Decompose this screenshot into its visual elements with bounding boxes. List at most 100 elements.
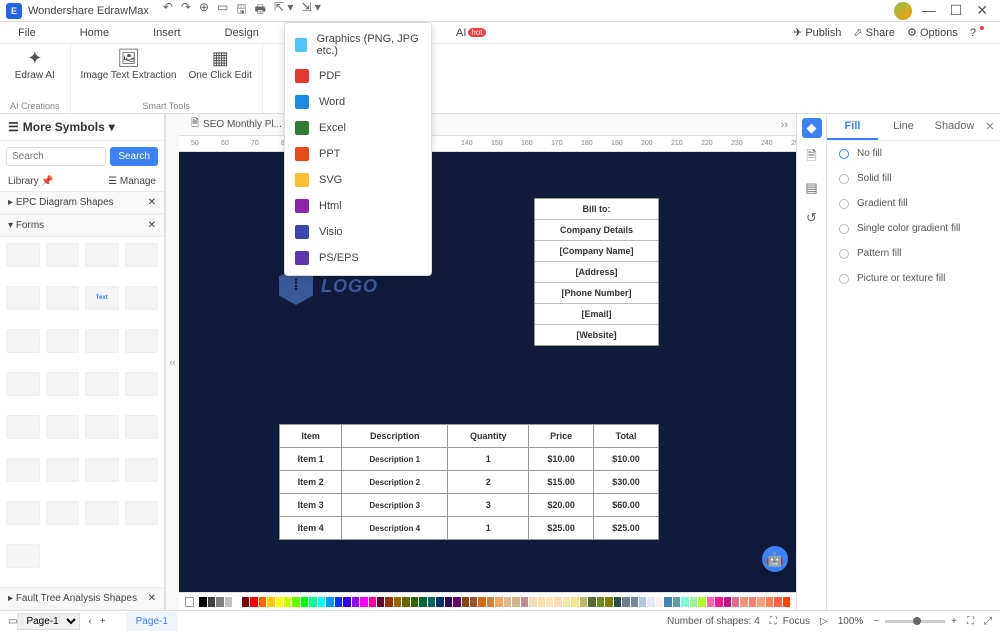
shape-thumb[interactable] — [6, 372, 40, 396]
shape-thumb[interactable] — [46, 501, 80, 525]
symbol-search-button[interactable]: Search — [110, 147, 158, 166]
color-swatch[interactable] — [470, 597, 477, 607]
slide-tab-icon[interactable]: ▤ — [802, 178, 822, 198]
zoom-slider[interactable] — [885, 620, 945, 623]
expand-right-icon[interactable]: ›› — [773, 116, 796, 134]
page-selector[interactable]: Page-1 — [17, 613, 80, 630]
color-swatch[interactable] — [724, 597, 731, 607]
export-excel[interactable]: Excel — [285, 115, 431, 141]
help-bubble-icon[interactable]: 🤖 — [762, 546, 788, 572]
color-swatch[interactable] — [385, 597, 392, 607]
fill-nofill[interactable]: No fill — [827, 141, 1000, 166]
options-button[interactable]: ⚙ Options — [907, 26, 958, 39]
close-panel-icon[interactable]: ✕ — [980, 114, 1000, 140]
export-pseps[interactable]: PS/EPS — [285, 245, 431, 271]
color-swatch[interactable] — [571, 597, 578, 607]
menu-ai[interactable]: AI hot — [456, 27, 486, 39]
color-swatch[interactable] — [326, 597, 333, 607]
color-swatch[interactable] — [284, 597, 291, 607]
redo-icon[interactable]: ↷ — [181, 0, 191, 21]
color-swatch[interactable] — [292, 597, 299, 607]
color-swatch[interactable] — [546, 597, 553, 607]
shape-thumb[interactable] — [6, 415, 40, 439]
minimize-icon[interactable]: — — [922, 2, 936, 19]
color-swatch[interactable] — [343, 597, 350, 607]
color-swatch[interactable] — [411, 597, 418, 607]
shape-thumb[interactable] — [46, 458, 80, 482]
shape-thumb[interactable] — [85, 415, 119, 439]
color-swatch[interactable] — [360, 597, 367, 607]
color-swatch[interactable] — [512, 597, 519, 607]
color-swatch[interactable] — [453, 597, 460, 607]
play-button[interactable]: ▷ — [820, 616, 828, 627]
color-swatch[interactable] — [707, 597, 714, 607]
color-swatch[interactable] — [563, 597, 570, 607]
color-swatch[interactable] — [614, 597, 621, 607]
shape-thumb[interactable] — [125, 372, 159, 396]
fill-tab[interactable]: Fill — [827, 114, 878, 140]
color-swatch[interactable] — [377, 597, 384, 607]
shape-thumb[interactable] — [85, 243, 119, 267]
color-swatch[interactable] — [757, 597, 764, 607]
page-nav-icon[interactable]: ▭ — [8, 616, 17, 627]
shape-thumb[interactable] — [125, 415, 159, 439]
shape-thumb[interactable] — [6, 243, 40, 267]
shadow-tab[interactable]: Shadow — [929, 114, 980, 140]
fill-solid[interactable]: Solid fill — [827, 166, 1000, 191]
maximize-icon[interactable]: ☐ — [950, 2, 963, 19]
color-swatch[interactable] — [369, 597, 376, 607]
color-swatch[interactable] — [690, 597, 697, 607]
style-tab-icon[interactable]: ◆ — [802, 118, 822, 138]
page-prev-icon[interactable]: ‹ — [88, 616, 91, 627]
shape-thumb[interactable] — [46, 329, 80, 353]
bill-to-table[interactable]: Bill to: Company Details [Company Name] … — [534, 198, 659, 346]
help-icon[interactable]: ? — [970, 27, 976, 39]
page-tab-icon[interactable]: 🗎 — [802, 148, 822, 168]
color-swatch[interactable] — [698, 597, 705, 607]
menu-design[interactable]: Design — [225, 27, 259, 39]
color-swatch[interactable] — [554, 597, 561, 607]
zoom-out-icon[interactable]: − — [873, 616, 879, 627]
color-swatch[interactable] — [766, 597, 773, 607]
publish-button[interactable]: ✈ Publish — [793, 26, 841, 39]
color-swatch[interactable] — [521, 597, 528, 607]
shape-thumb[interactable] — [85, 372, 119, 396]
color-swatch[interactable] — [208, 597, 215, 607]
export-pdf[interactable]: PDF — [285, 63, 431, 89]
shape-thumb[interactable] — [125, 329, 159, 353]
fill-gradient[interactable]: Gradient fill — [827, 191, 1000, 216]
section-epc[interactable]: ▸ EPC Diagram Shapes✕ — [0, 191, 164, 214]
color-swatch[interactable] — [495, 597, 502, 607]
edraw-ai-button[interactable]: ✦Edraw AI — [15, 48, 55, 81]
color-swatch[interactable] — [580, 597, 587, 607]
menu-file[interactable]: File — [18, 27, 36, 39]
items-table[interactable]: ItemDescriptionQuantityPriceTotal Item 1… — [279, 424, 659, 540]
export-svg[interactable]: SVG — [285, 167, 431, 193]
color-swatch[interactable] — [783, 597, 790, 607]
color-swatch[interactable] — [267, 597, 274, 607]
color-swatch[interactable] — [478, 597, 485, 607]
section-forms[interactable]: ▾ Forms✕ — [0, 214, 164, 237]
color-swatch[interactable] — [774, 597, 781, 607]
color-swatch[interactable] — [740, 597, 747, 607]
shape-thumb[interactable] — [46, 372, 80, 396]
shape-thumb[interactable] — [85, 458, 119, 482]
color-swatch[interactable] — [309, 597, 316, 607]
zoom-in-icon[interactable]: + — [951, 616, 957, 627]
new-icon[interactable]: ⊕ — [199, 0, 209, 21]
user-avatar[interactable] — [894, 2, 912, 20]
shape-thumb[interactable] — [125, 458, 159, 482]
color-swatch[interactable] — [462, 597, 469, 607]
export-graphics[interactable]: Graphics (PNG, JPG etc.) — [285, 27, 431, 63]
color-swatch[interactable] — [673, 597, 680, 607]
shape-thumb[interactable] — [6, 544, 40, 568]
color-swatch[interactable] — [402, 597, 409, 607]
color-swatch[interactable] — [664, 597, 671, 607]
color-swatch[interactable] — [301, 597, 308, 607]
color-swatch[interactable] — [250, 597, 257, 607]
shape-thumb[interactable] — [85, 501, 119, 525]
import-icon[interactable]: ⇲ ▾ — [301, 0, 320, 21]
color-swatch[interactable] — [216, 597, 223, 607]
color-swatch[interactable] — [605, 597, 612, 607]
color-swatch[interactable] — [428, 597, 435, 607]
